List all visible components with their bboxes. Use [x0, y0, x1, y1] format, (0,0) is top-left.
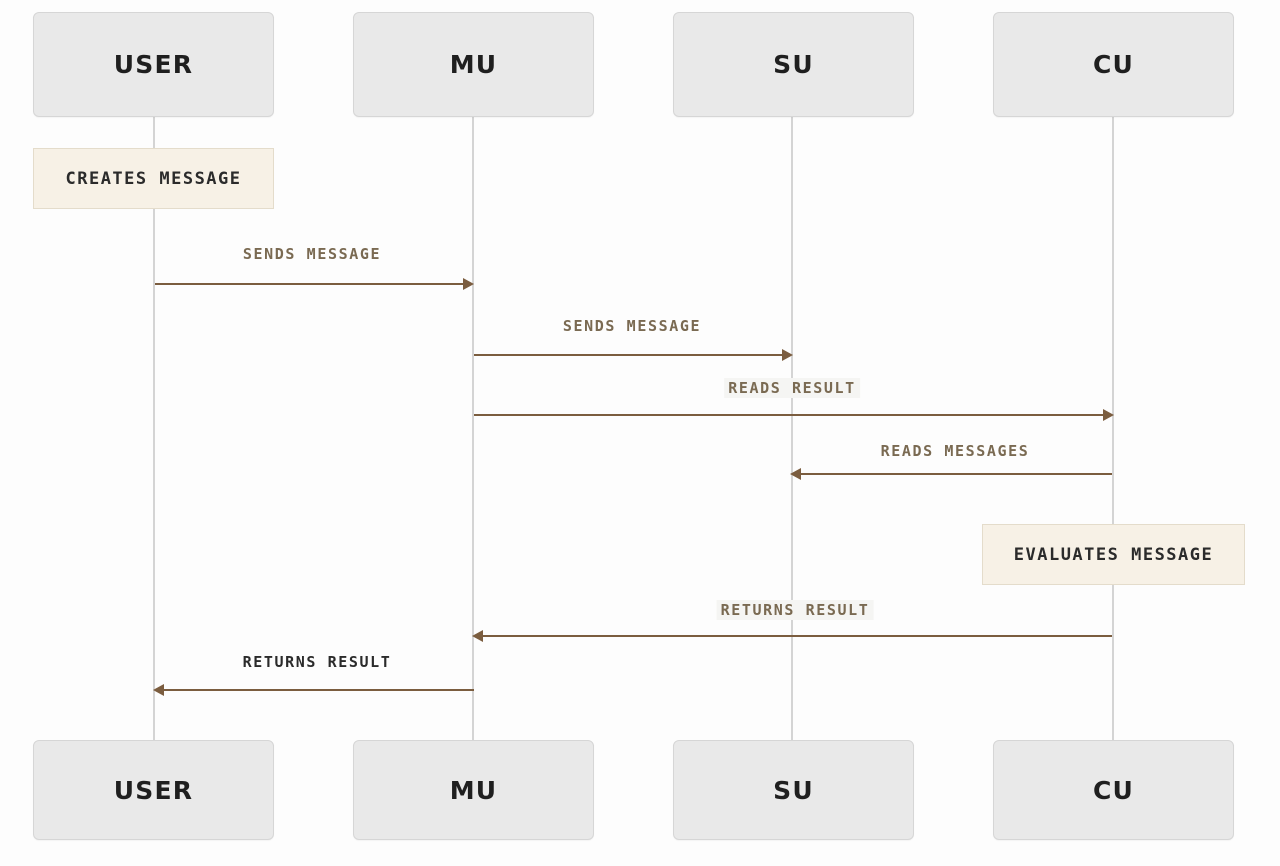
sequence-diagram-canvas: USER MU SU CU CREATES MESSAGE SENDS MESS… [0, 0, 1280, 866]
note-label: EVALUATES MESSAGE [1013, 544, 1214, 565]
arrowhead-right-icon [463, 278, 474, 290]
message-label-returns-result-2: RETURNS RESULT [242, 653, 392, 671]
message-label-sends-message-1: SENDS MESSAGE [242, 245, 382, 263]
note-creates-message[interactable]: CREATES MESSAGE [33, 148, 274, 209]
participant-user-bottom[interactable]: USER [33, 740, 274, 840]
participant-label: USER [113, 775, 194, 805]
lifeline-cu [1112, 117, 1114, 742]
message-line-4 [800, 473, 1112, 475]
arrowhead-right-icon [782, 349, 793, 361]
participant-su-top[interactable]: SU [673, 12, 914, 117]
participant-label: USER [113, 50, 194, 79]
message-label-sends-message-2: SENDS MESSAGE [562, 317, 702, 335]
arrowhead-left-icon [153, 684, 164, 696]
participant-su-bottom[interactable]: SU [673, 740, 914, 840]
participant-cu-bottom[interactable]: CU [993, 740, 1234, 840]
message-line-5 [483, 635, 1112, 637]
lifeline-user [153, 117, 155, 742]
participant-user-top[interactable]: USER [33, 12, 274, 117]
participant-label: CU [1092, 50, 1135, 79]
arrowhead-right-icon [1103, 409, 1114, 421]
participant-cu-top[interactable]: CU [993, 12, 1234, 117]
participant-mu-top[interactable]: MU [353, 12, 594, 117]
message-line-3 [474, 414, 1106, 416]
participant-label: SU [773, 50, 814, 79]
message-label-returns-result-1: RETURNS RESULT [716, 600, 874, 620]
message-line-1 [155, 283, 466, 285]
arrowhead-left-icon [472, 630, 483, 642]
message-line-6 [164, 689, 474, 691]
participant-label: SU [773, 775, 814, 805]
arrowhead-left-icon [790, 468, 801, 480]
note-evaluates-message[interactable]: EVALUATES MESSAGE [982, 524, 1245, 585]
participant-mu-bottom[interactable]: MU [353, 740, 594, 840]
note-label: CREATES MESSAGE [65, 168, 242, 189]
lifeline-su [791, 117, 793, 742]
participant-label: MU [449, 50, 498, 79]
message-label-reads-result: READS RESULT [724, 378, 860, 398]
message-line-2 [474, 354, 785, 356]
lifeline-mu [472, 117, 474, 742]
participant-label: CU [1092, 775, 1135, 805]
message-label-reads-messages: READS MESSAGES [880, 442, 1030, 460]
participant-label: MU [449, 775, 498, 805]
